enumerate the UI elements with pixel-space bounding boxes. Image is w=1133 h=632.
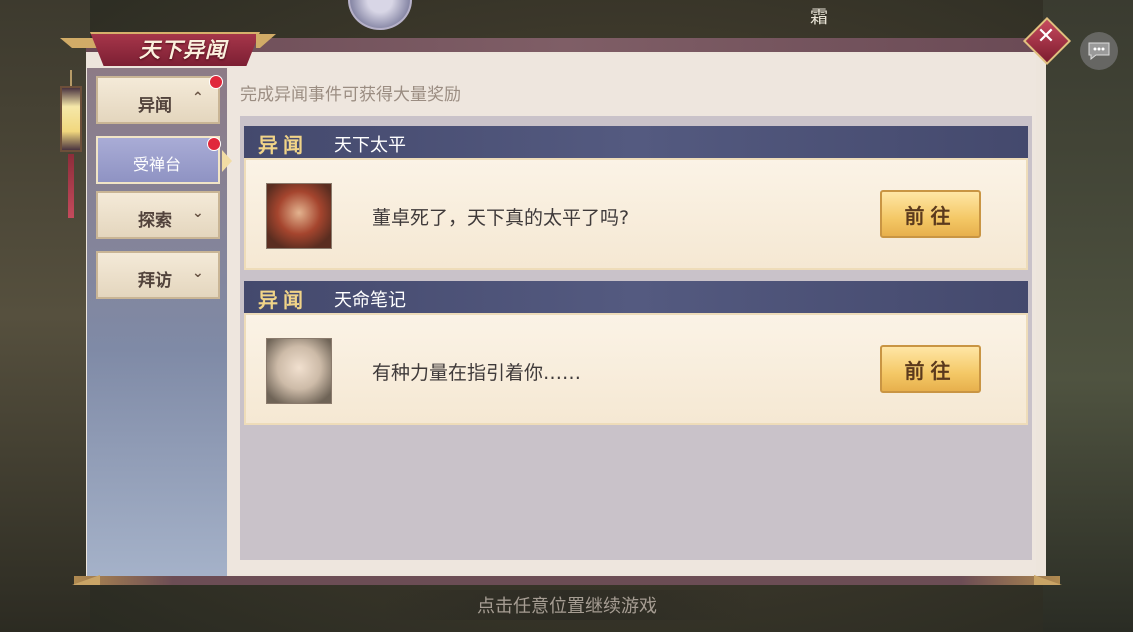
silver-haired-sage-portrait	[266, 338, 332, 404]
go-button[interactable]: 前往	[880, 190, 981, 238]
event-card-header: 异闻 天命笔记	[244, 281, 1028, 313]
sidebar-item-tansuo[interactable]: 探索 ⌄	[96, 191, 220, 239]
sidebar-item-label: 拜访	[138, 271, 172, 291]
event-name: 天命笔记	[334, 290, 406, 311]
continue-hint[interactable]: 点击任意位置继续游戏	[380, 592, 754, 618]
event-name: 天下太平	[334, 135, 406, 156]
close-button[interactable]: ✕	[1022, 16, 1072, 66]
event-card-header: 异闻 天下太平	[244, 126, 1028, 158]
event-description: 有种力量在指引着你……	[372, 362, 582, 384]
chevron-down-icon: ⌄	[192, 265, 204, 281]
frame-corner-right	[1034, 575, 1062, 585]
sidebar-item-label: 受禅台	[133, 155, 182, 174]
event-description: 董卓死了，天下真的太平了吗?	[372, 207, 630, 229]
notification-badge	[209, 75, 223, 89]
sidebar-item-shouchantai[interactable]: 受禅台	[96, 136, 232, 184]
page-title: 天下异闻	[139, 37, 227, 62]
chevron-down-icon: ⌄	[192, 205, 204, 221]
background-right	[1043, 0, 1133, 632]
sidebar-item-yiwen[interactable]: 异闻 ⌃	[96, 76, 220, 124]
chevron-up-icon: ⌃	[192, 90, 204, 106]
selected-arrow-icon	[222, 150, 232, 172]
red-helmet-warrior-portrait	[266, 183, 332, 249]
go-button[interactable]: 前往	[880, 345, 981, 393]
event-tag: 异闻	[258, 288, 308, 312]
sidebar-item-label: 探索	[138, 211, 172, 231]
frame-bottom	[74, 576, 1060, 585]
lantern-ornament	[60, 70, 82, 220]
top-avatar	[348, 0, 412, 30]
reward-hint: 完成异闻事件可获得大量奖励	[240, 85, 461, 105]
notification-badge	[207, 137, 221, 151]
top-glyph: 霜	[810, 7, 828, 28]
chat-icon[interactable]	[1080, 32, 1118, 70]
event-tag: 异闻	[258, 133, 308, 157]
title-banner: 天下异闻	[60, 32, 276, 66]
sidebar-item-label: 异闻	[138, 96, 172, 116]
frame-corner-left	[72, 575, 100, 585]
sidebar-item-baifang[interactable]: 拜访 ⌄	[96, 251, 220, 299]
